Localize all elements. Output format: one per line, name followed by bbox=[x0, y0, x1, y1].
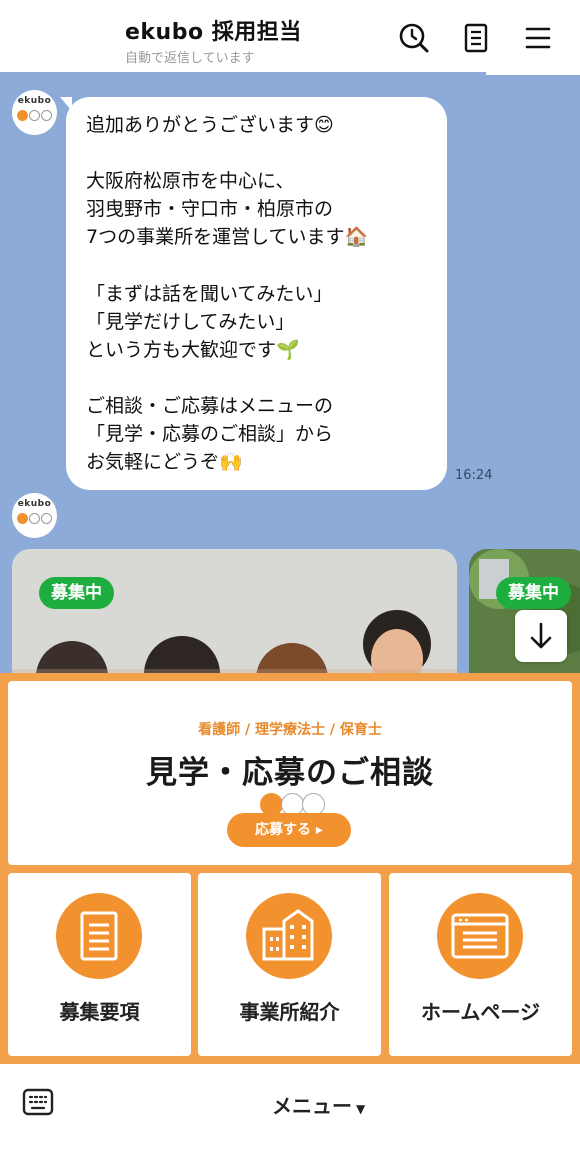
visit-apply-consult-panel[interactable]: 看護師 / 理学療法士 / 保育士 見学・応募のご相談 応募する ▸ bbox=[8, 681, 572, 865]
document-icon bbox=[56, 893, 142, 979]
bottom-bar: メニュー ▼ bbox=[0, 1064, 580, 1160]
consult-title: 見学・応募のご相談 bbox=[146, 755, 434, 791]
menu-icon[interactable] bbox=[520, 20, 556, 56]
caret-down-icon: ▼ bbox=[356, 1102, 366, 1116]
tile-label: 事業所紹介 bbox=[239, 1000, 340, 1024]
account-avatar[interactable]: ekubo bbox=[12, 90, 57, 135]
recruiting-badge: 募集中 bbox=[39, 577, 114, 609]
browser-icon bbox=[437, 893, 523, 979]
search-clock-icon[interactable] bbox=[396, 20, 432, 56]
tile-label: 募集要項 bbox=[59, 1000, 140, 1024]
apply-button[interactable]: 応募する ▸ bbox=[227, 813, 351, 847]
chat-area[interactable]: ekubo 追加ありがとうございます😊 大阪府松原市を中心に、 羽曳野市・守口市… bbox=[0, 72, 580, 674]
arrow-down-icon bbox=[530, 622, 552, 649]
tile-homepage[interactable]: ホームページ bbox=[389, 873, 572, 1056]
account-name: ekubo 採用担当 bbox=[125, 20, 302, 45]
avatar-logo-text: ekubo bbox=[17, 96, 52, 106]
menu-toggle-label: メニュー bbox=[272, 1094, 352, 1118]
menu-toggle[interactable]: メニュー ▼ bbox=[272, 1090, 365, 1119]
tile-label: ホームページ bbox=[421, 1000, 540, 1024]
notes-icon[interactable] bbox=[458, 20, 494, 56]
rich-menu: 看護師 / 理学療法士 / 保育士 見学・応募のご相談 応募する ▸ 募集要項 … bbox=[0, 673, 580, 1064]
message-bubble[interactable]: 追加ありがとうございます😊 大阪府松原市を中心に、 羽曳野市・守口市・柏原市の … bbox=[66, 97, 447, 490]
avatar-faces bbox=[17, 513, 52, 524]
chat-header: ekubo 採用担当 自動で返信しています bbox=[0, 0, 580, 72]
account-avatar[interactable]: ekubo bbox=[12, 493, 57, 538]
message-text: 追加ありがとうございます😊 大阪府松原市を中心に、 羽曳野市・守口市・柏原市の … bbox=[86, 114, 369, 474]
avatar-logo-text: ekubo bbox=[17, 499, 52, 509]
recruit-card[interactable]: 募集中 bbox=[12, 549, 457, 674]
tile-office-intro[interactable]: 事業所紹介 bbox=[198, 873, 381, 1056]
tile-job-requirements[interactable]: 募集要項 bbox=[8, 873, 191, 1056]
keyboard-icon[interactable] bbox=[22, 1086, 54, 1118]
auto-reply-status: 自動で返信しています bbox=[125, 51, 255, 66]
recruiting-badge: 募集中 bbox=[496, 577, 571, 609]
scroll-down-button[interactable] bbox=[515, 610, 567, 662]
job-types: 看護師 / 理学療法士 / 保育士 bbox=[198, 722, 382, 738]
message-time: 16:24 bbox=[455, 468, 493, 483]
header-divider bbox=[486, 72, 580, 75]
avatar-faces bbox=[17, 110, 52, 121]
staff-photo bbox=[12, 549, 457, 674]
building-icon bbox=[246, 893, 332, 979]
